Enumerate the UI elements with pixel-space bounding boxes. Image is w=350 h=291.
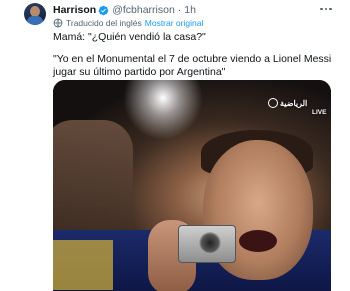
media-mouth xyxy=(239,230,277,252)
media-camera-lens xyxy=(199,232,221,254)
tweet-media-image[interactable] xyxy=(53,80,331,291)
more-dot xyxy=(320,7,323,11)
show-original-link[interactable]: Mostrar original xyxy=(145,18,204,28)
more-dot xyxy=(324,7,328,11)
channel-logo-text: الرياضية xyxy=(280,98,308,108)
media-stripe xyxy=(53,240,113,290)
translate-icon xyxy=(53,18,63,28)
user-handle[interactable]: @fcbharrison xyxy=(112,4,175,16)
verified-badge-icon xyxy=(98,5,109,15)
avatar-body xyxy=(27,16,43,25)
channel-logo: الرياضية xyxy=(268,96,307,110)
timestamp[interactable]: 1h xyxy=(184,4,196,16)
tweet-text: Mamá: "¿Quién vendió la casa?" "Yo en el… xyxy=(53,31,343,79)
avatar[interactable] xyxy=(24,3,46,25)
more-dot xyxy=(329,7,332,11)
tweet-text-line-1: Mamá: "¿Quién vendió la casa?" xyxy=(53,31,206,43)
live-label: LIVE xyxy=(312,109,327,116)
tweet-text-line-2: "Yo en el Monumental el 7 de octubre vie… xyxy=(53,53,332,78)
translated-label: Traducido del inglés xyxy=(66,18,142,28)
channel-badge-icon xyxy=(268,98,278,108)
separator-dot: · xyxy=(177,4,182,16)
more-options-icon[interactable] xyxy=(318,3,334,15)
tweet-header: Harrison @fcbharrison · 1h xyxy=(53,3,196,17)
display-name[interactable]: Harrison xyxy=(53,4,96,16)
media-light xyxy=(123,80,203,140)
translation-notice: Traducido del inglés Mostrar original xyxy=(53,17,203,29)
